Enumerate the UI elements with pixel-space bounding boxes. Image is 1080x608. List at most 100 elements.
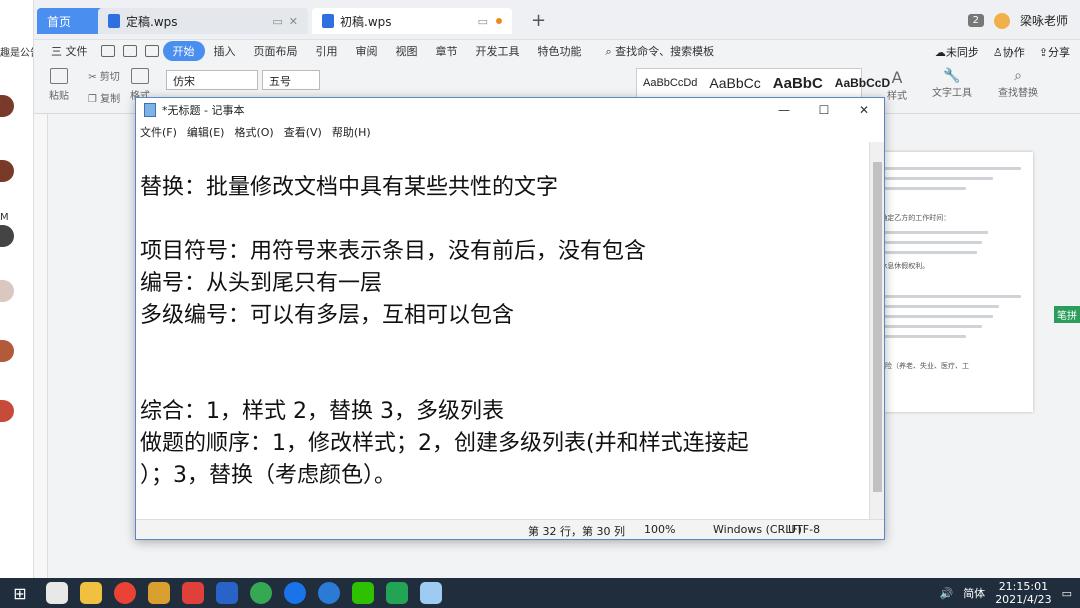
menu-developer[interactable]: 开发工具 — [467, 43, 529, 59]
tab-label: 初稿.wps — [340, 14, 392, 29]
contact-avatar[interactable] — [0, 160, 14, 182]
menu-edit[interactable]: 编辑(E) — [187, 124, 225, 140]
vertical-ruler — [34, 114, 48, 578]
notepad-taskbar-icon[interactable] — [420, 582, 442, 604]
command-search[interactable]: ⌕ 查找命令、搜索模板 — [597, 43, 724, 59]
menu-view[interactable]: 查看(V) — [284, 124, 322, 140]
folder-icon[interactable] — [80, 582, 102, 604]
contact-avatar[interactable] — [0, 225, 14, 247]
vertical-scrollbar[interactable] — [869, 142, 884, 522]
text-tool-button[interactable]: 🔧 文字工具 — [928, 68, 976, 99]
app-icon[interactable] — [284, 582, 306, 604]
menu-chapter[interactable]: 章节 — [427, 43, 467, 59]
text-line: 编号：从头到尾只有一层 — [140, 271, 383, 296]
new-tab-button[interactable]: + — [531, 10, 546, 31]
menu-help[interactable]: 帮助(H) — [332, 124, 371, 140]
wps-app-icon[interactable] — [182, 582, 204, 604]
find-replace-button[interactable]: ⌕ 查找替换 — [990, 68, 1046, 99]
paste-label: 粘贴 — [49, 91, 69, 102]
camtasia-icon[interactable] — [386, 582, 408, 604]
cut-button[interactable]: ✂ 剪切 — [84, 68, 124, 83]
menu-file[interactable]: 文件(F) — [140, 124, 177, 140]
clock-time: 21:15:01 — [998, 580, 1049, 593]
close-icon[interactable]: ✕ — [289, 15, 298, 28]
account-area: 2 梁咏老师 — [967, 12, 1068, 29]
contact-avatar[interactable] — [0, 280, 14, 302]
notification-icon[interactable]: ▭ — [1062, 587, 1072, 600]
notepad-text-area[interactable]: 替换：批量修改文档中具有某些共性的文字 项目符号：用符号来表示条目，没有前后，没… — [140, 142, 869, 522]
window-count-badge[interactable]: 2 — [967, 14, 984, 27]
menu-layout[interactable]: 页面布局 — [245, 43, 307, 59]
contact-avatar[interactable] — [0, 95, 14, 117]
ime-indicator[interactable]: 笔拼 — [1054, 306, 1080, 323]
tab-document-final[interactable]: 定稿.wps ▭ ✕ — [98, 8, 308, 34]
menu-features[interactable]: 特色功能 — [529, 43, 591, 59]
main-menu-bar: 三 文件 开始 插入 页面布局 引用 审阅 视图 章节 开发工具 特色功能 ⌕ … — [34, 40, 1080, 62]
encoding: UTF-8 — [788, 523, 821, 536]
magnifier-icon: ⌕ — [1014, 68, 1022, 84]
windows-taskbar: ⊞ 🔊 简体 21:15:01 2021/4/23 ▭ — [0, 578, 1080, 608]
app-icon[interactable] — [216, 582, 238, 604]
background-app-strip: 趣是公告 M — [0, 0, 34, 578]
contact-avatar[interactable] — [0, 340, 14, 362]
text-line — [140, 364, 869, 396]
menu-start[interactable]: 开始 — [162, 41, 205, 61]
font-size-select[interactable]: 五号 — [262, 70, 320, 90]
app-icon[interactable] — [318, 582, 340, 604]
scissors-icon: ✂ — [88, 72, 97, 83]
windows-start-icon[interactable]: ⊞ — [0, 584, 40, 603]
user-name[interactable]: 梁咏老师 — [1020, 12, 1068, 29]
style-heading2[interactable]: AaBbC — [767, 75, 829, 92]
notepad-menu-bar: 文件(F) 编辑(E) 格式(O) 查看(V) 帮助(H) — [136, 122, 884, 142]
notepad-title-bar[interactable]: *无标题 - 记事本 — ☐ ✕ — [136, 98, 884, 122]
contact-avatar[interactable] — [0, 400, 14, 422]
wechat-icon[interactable] — [352, 582, 374, 604]
paste-button[interactable]: 粘贴 — [42, 68, 76, 102]
cloud-icon: ☁ — [934, 46, 946, 59]
ime-mode[interactable]: 简体 — [963, 585, 985, 601]
undo-icon[interactable] — [144, 45, 159, 57]
minimize-button[interactable]: — — [764, 103, 804, 117]
collab-label: 协作 — [1002, 46, 1025, 59]
user-avatar-icon[interactable] — [993, 12, 1010, 29]
style-heading1[interactable]: AaBbCc — [703, 75, 766, 91]
share-button[interactable]: ⇪分享 — [1039, 44, 1070, 60]
app-icon[interactable] — [148, 582, 170, 604]
wps-doc-icon — [108, 14, 120, 28]
notepad-window: *无标题 - 记事本 — ☐ ✕ 文件(F) 编辑(E) 格式(O) 查看(V)… — [135, 97, 885, 540]
find-replace-label: 查找替换 — [998, 88, 1038, 99]
clock[interactable]: 21:15:01 2021/4/23 — [995, 580, 1051, 606]
tab-label: 定稿.wps — [126, 14, 178, 29]
chrome-icon[interactable] — [114, 582, 136, 604]
save-icon[interactable] — [100, 45, 115, 57]
collab-button[interactable]: ♙协作 — [993, 44, 1025, 60]
tab-screen-icon[interactable]: ▭ — [478, 15, 488, 28]
share-label: 分享 — [1048, 46, 1070, 59]
print-icon[interactable] — [122, 45, 137, 57]
tab-screen-icon[interactable]: ▭ — [272, 15, 282, 28]
sync-button[interactable]: ☁未同步 — [935, 44, 979, 60]
style-normal[interactable]: AaBbCcDd — [637, 77, 703, 89]
browser-icon[interactable] — [250, 582, 272, 604]
menu-insert[interactable]: 插入 — [205, 43, 245, 59]
notice-label: 趣是公告 — [0, 48, 33, 59]
menu-view[interactable]: 视图 — [387, 43, 427, 59]
app-icon[interactable] — [46, 582, 68, 604]
copy-button[interactable]: ❐ 复制 — [84, 90, 124, 105]
text-line: 项目符号：用符号来表示条目，没有前后，没有包含 — [140, 239, 647, 264]
menu-format[interactable]: 格式(O) — [234, 124, 273, 140]
menu-review[interactable]: 审阅 — [347, 43, 387, 59]
scrollbar-thumb[interactable] — [873, 162, 882, 492]
style-gallery[interactable]: AaBbCcDd AaBbCc AaBbC AaBbCcD — [636, 68, 890, 98]
notepad-title: *无标题 - 记事本 — [162, 104, 245, 117]
text-line: ）；3，替换（考虑颜色）。 — [140, 463, 396, 488]
cursor-position: 第 32 行，第 30 列 — [528, 525, 625, 538]
maximize-button[interactable]: ☐ — [804, 103, 844, 117]
menu-file[interactable]: 三 文件 — [42, 43, 97, 59]
close-button[interactable]: ✕ — [844, 103, 884, 117]
menu-reference[interactable]: 引用 — [307, 43, 347, 59]
font-name-select[interactable]: 仿宋 — [166, 70, 258, 90]
styles-button[interactable]: A 样式 — [880, 68, 914, 102]
volume-icon[interactable]: 🔊 — [939, 587, 953, 600]
tab-document-draft[interactable]: 初稿.wps ▭ — [312, 8, 512, 34]
